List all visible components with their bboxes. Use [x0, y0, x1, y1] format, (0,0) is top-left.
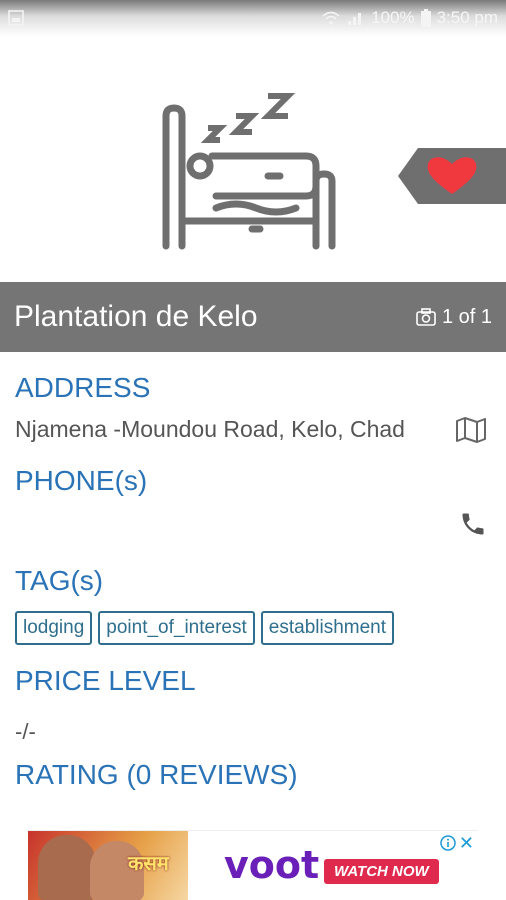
ad-close-icon[interactable]: ✕ [459, 833, 474, 854]
ad-watch-now-button[interactable]: WATCH NOW [324, 859, 439, 884]
camera-icon [416, 308, 436, 326]
wifi-icon [322, 11, 340, 25]
battery-icon [420, 9, 431, 27]
price-level-value: -/- [15, 719, 36, 744]
battery-percent: 100% [371, 8, 415, 27]
ad-artwork: कसम [28, 831, 188, 900]
map-icon[interactable] [455, 416, 487, 444]
tag-list: lodging point_of_interest establishment [15, 611, 491, 645]
place-hero-image [0, 36, 506, 282]
gallery-notification-icon [8, 10, 24, 26]
signal-icon [348, 13, 362, 25]
phone-row [15, 503, 491, 545]
phone-heading: PHONE(s) [15, 465, 148, 496]
place-title-bar: Plantation de Kelo 1 of 1 [0, 282, 506, 352]
clock: 3:50 pm [436, 8, 498, 27]
tag-chip[interactable]: point_of_interest [98, 611, 255, 645]
tag-chip[interactable]: lodging [15, 611, 93, 645]
place-details: ADDRESS Njamena -Moundou Road, Kelo, Cha… [0, 352, 506, 830]
ad-info-icon[interactable] [440, 835, 456, 851]
sleeping-bed-icon [162, 93, 336, 250]
tag-chip[interactable]: establishment [260, 611, 395, 645]
address-row: Njamena -Moundou Road, Kelo, Chad [15, 414, 491, 445]
address-value: Njamena -Moundou Road, Kelo, Chad [15, 416, 405, 442]
ad-show-name: कसम [128, 853, 169, 875]
banner-ad[interactable]: कसम voot WATCH NOW ✕ [28, 830, 478, 900]
tags-heading: TAG(s) [15, 565, 104, 596]
rating-heading: RATING (0 REVIEWS) [15, 759, 298, 790]
address-heading: ADDRESS [15, 372, 151, 403]
ad-actor-image [38, 835, 96, 900]
place-detail-screen: 100% 3:50 pm Plantation de Kelo 1 of 1 A… [0, 0, 506, 900]
photo-counter-label: 1 of 1 [441, 305, 492, 328]
ad-brand-logo: voot [224, 843, 320, 887]
place-title: Plantation de Kelo [14, 300, 258, 333]
favorite-heart-icon[interactable] [398, 148, 506, 204]
photo-counter[interactable]: 1 of 1 [416, 306, 492, 329]
phone-icon[interactable] [459, 510, 487, 538]
status-bar: 100% 3:50 pm [0, 0, 506, 36]
price-level-heading: PRICE LEVEL [15, 665, 196, 696]
